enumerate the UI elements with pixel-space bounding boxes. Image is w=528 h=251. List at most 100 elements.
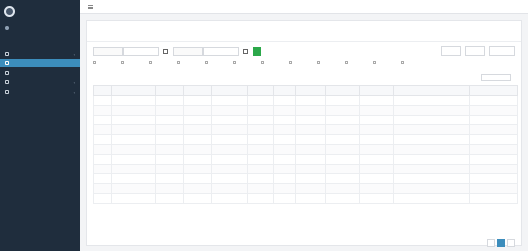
table-cell <box>111 173 156 185</box>
table-cell <box>111 143 156 155</box>
table-cell <box>469 153 518 165</box>
table-cell <box>247 134 274 145</box>
table-cell <box>295 183 326 194</box>
checkbox-icon <box>289 61 292 64</box>
column-header[interactable] <box>469 85 518 96</box>
table-cell <box>155 183 184 194</box>
column-toggle[interactable] <box>261 61 266 64</box>
column-header[interactable] <box>247 85 274 96</box>
column-header[interactable] <box>211 85 248 96</box>
sidebar-item-5[interactable]: ‹ <box>0 88 80 96</box>
data-table <box>93 85 518 204</box>
table-search-input[interactable] <box>481 74 511 81</box>
column-header[interactable] <box>111 85 156 96</box>
column-toggle[interactable] <box>317 61 322 64</box>
column-toggle[interactable] <box>93 61 98 64</box>
table-cell <box>325 173 360 185</box>
go-button[interactable] <box>253 47 261 56</box>
table-cell <box>93 104 112 116</box>
column-toggle[interactable] <box>205 61 210 64</box>
column-toggle[interactable] <box>401 61 406 64</box>
table-row[interactable] <box>93 104 518 116</box>
table-row[interactable] <box>93 153 518 165</box>
table-row[interactable] <box>93 134 518 145</box>
column-toggle[interactable] <box>149 61 154 64</box>
column-header[interactable] <box>359 85 394 96</box>
table-cell <box>111 183 156 194</box>
column-toggle[interactable] <box>373 61 378 64</box>
pagination-current-page[interactable] <box>497 239 505 247</box>
toolbar-button-2[interactable] <box>465 46 485 56</box>
table-row[interactable] <box>93 192 518 204</box>
table-cell <box>211 134 248 145</box>
toolbar-button-3[interactable] <box>489 46 515 56</box>
table-cell <box>155 173 184 185</box>
table-cell <box>295 104 326 116</box>
table-cell <box>211 153 248 165</box>
sidebar-item-2[interactable] <box>0 59 80 67</box>
sidebar-item-1[interactable]: ‹ <box>0 50 80 58</box>
sidebar-item-3[interactable] <box>0 69 80 77</box>
table-row[interactable] <box>93 183 518 194</box>
table-cell <box>273 153 296 165</box>
table-row[interactable] <box>93 163 518 175</box>
topbar <box>80 0 528 14</box>
table-cell <box>155 114 184 126</box>
column-header[interactable] <box>155 85 184 96</box>
table-cell <box>211 173 248 185</box>
column-toggle[interactable] <box>289 61 294 64</box>
column-header[interactable] <box>273 85 296 96</box>
column-toggle[interactable] <box>177 61 182 64</box>
table-cell <box>155 143 184 155</box>
table-cell <box>359 114 394 126</box>
table-row[interactable] <box>93 114 518 126</box>
table-cell <box>295 163 326 175</box>
table-row[interactable] <box>93 173 518 185</box>
column-header[interactable] <box>295 85 326 96</box>
table-cell <box>111 95 156 106</box>
column-header[interactable] <box>393 85 470 96</box>
table-cell <box>155 124 184 136</box>
table-cell <box>469 143 518 155</box>
column-header[interactable] <box>325 85 360 96</box>
toolbar-button-1[interactable] <box>441 46 461 56</box>
date-to-input[interactable] <box>203 47 239 56</box>
table-header-row <box>93 85 518 96</box>
table-cell <box>155 153 184 165</box>
date-from-input[interactable] <box>123 47 159 56</box>
column-header[interactable] <box>183 85 212 96</box>
table-cell <box>295 153 326 165</box>
column-toggle[interactable] <box>121 61 126 64</box>
calendar-icon[interactable] <box>243 49 248 54</box>
table-row[interactable] <box>93 143 518 155</box>
chevron-left-icon: ‹ <box>73 51 75 57</box>
pagination-prev-button[interactable] <box>487 239 495 247</box>
column-toggle[interactable] <box>345 61 350 64</box>
table-cell <box>393 153 470 165</box>
table-cell <box>183 163 212 175</box>
menu-toggle-icon[interactable] <box>88 5 93 9</box>
table-cell <box>359 95 394 106</box>
table-row[interactable] <box>93 95 518 106</box>
table-cell <box>295 114 326 126</box>
brand[interactable] <box>4 6 19 17</box>
table-cell <box>469 173 518 185</box>
table-cell <box>359 173 394 185</box>
main-panel <box>86 20 522 247</box>
calendar-icon[interactable] <box>163 49 168 54</box>
sidebar-item-4[interactable]: ‹ <box>0 78 80 86</box>
table-cell <box>295 124 326 136</box>
table-cell <box>183 173 212 185</box>
table-cell <box>211 114 248 126</box>
table-row[interactable] <box>93 124 518 136</box>
table-cell <box>273 163 296 175</box>
checkbox-icon <box>93 61 96 64</box>
table-cell <box>111 192 156 204</box>
column-header[interactable] <box>93 85 112 96</box>
pagination-next-button[interactable] <box>507 239 515 247</box>
table-cell <box>183 192 212 204</box>
column-toggle[interactable] <box>233 61 238 64</box>
table-cell <box>273 173 296 185</box>
table-cell <box>393 95 470 106</box>
table-cell <box>247 143 274 155</box>
